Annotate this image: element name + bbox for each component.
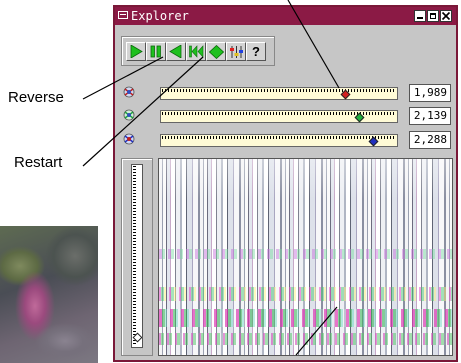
play-button[interactable] (126, 42, 146, 61)
spectral-noise-band (159, 249, 452, 259)
restart-icon (189, 45, 204, 58)
reverse-icon (169, 45, 182, 58)
spectral-noise-band (159, 309, 452, 327)
close-button[interactable] (440, 10, 452, 22)
band-slider-track[interactable] (160, 87, 398, 100)
slider-row-1: 1,989 (115, 84, 456, 104)
maximize-icon (430, 13, 436, 19)
spectral-highlight (159, 159, 452, 199)
callout-restart: Restart (14, 154, 63, 171)
title-bar[interactable]: Explorer (115, 7, 456, 25)
step-button[interactable] (206, 42, 226, 61)
spectral-view[interactable] (158, 158, 453, 356)
spectral-noise-band (159, 287, 452, 301)
slider-row-3: 2,288 (115, 131, 456, 151)
window-menu-icon[interactable] (118, 11, 128, 19)
window-title: Explorer (131, 9, 189, 23)
help-button[interactable]: ? (246, 42, 266, 61)
slider-row-2: 2,139 (115, 107, 456, 127)
close-icon (441, 11, 451, 21)
spectral-noise-band (159, 333, 452, 345)
playback-toolbar: ? (121, 36, 275, 66)
band-value-field[interactable]: 1,989 (409, 84, 451, 102)
diamond-icon (209, 45, 224, 59)
maximize-button[interactable] (427, 10, 439, 22)
band-slider-track[interactable] (160, 134, 398, 147)
band-value-field[interactable]: 2,139 (409, 107, 451, 125)
vertical-slider-ticks (133, 166, 136, 346)
vertical-slider-panel (121, 158, 153, 356)
band-value-field[interactable]: 2,288 (409, 131, 451, 149)
restart-button[interactable] (186, 42, 206, 61)
slider-ticks (162, 89, 396, 92)
settings-sliders-icon (230, 46, 243, 58)
callout-reverse: Reverse (8, 89, 64, 106)
vertical-slider-track[interactable] (131, 164, 143, 348)
explorer-window: Explorer ? 1,989 2,139 2,288 (113, 5, 458, 362)
satellite-image-preview (0, 226, 98, 363)
help-label: ? (252, 44, 260, 59)
minimize-icon (417, 17, 423, 19)
satellite-icon (123, 133, 135, 145)
pause-button[interactable] (146, 42, 166, 61)
pause-icon (150, 45, 161, 58)
reverse-button[interactable] (166, 42, 186, 61)
settings-button[interactable] (226, 42, 246, 61)
minimize-button[interactable] (414, 10, 426, 22)
slider-ticks (162, 136, 396, 139)
band-slider-track[interactable] (160, 110, 398, 123)
satellite-icon (123, 86, 135, 98)
satellite-icon (123, 109, 135, 121)
play-icon (130, 45, 143, 58)
